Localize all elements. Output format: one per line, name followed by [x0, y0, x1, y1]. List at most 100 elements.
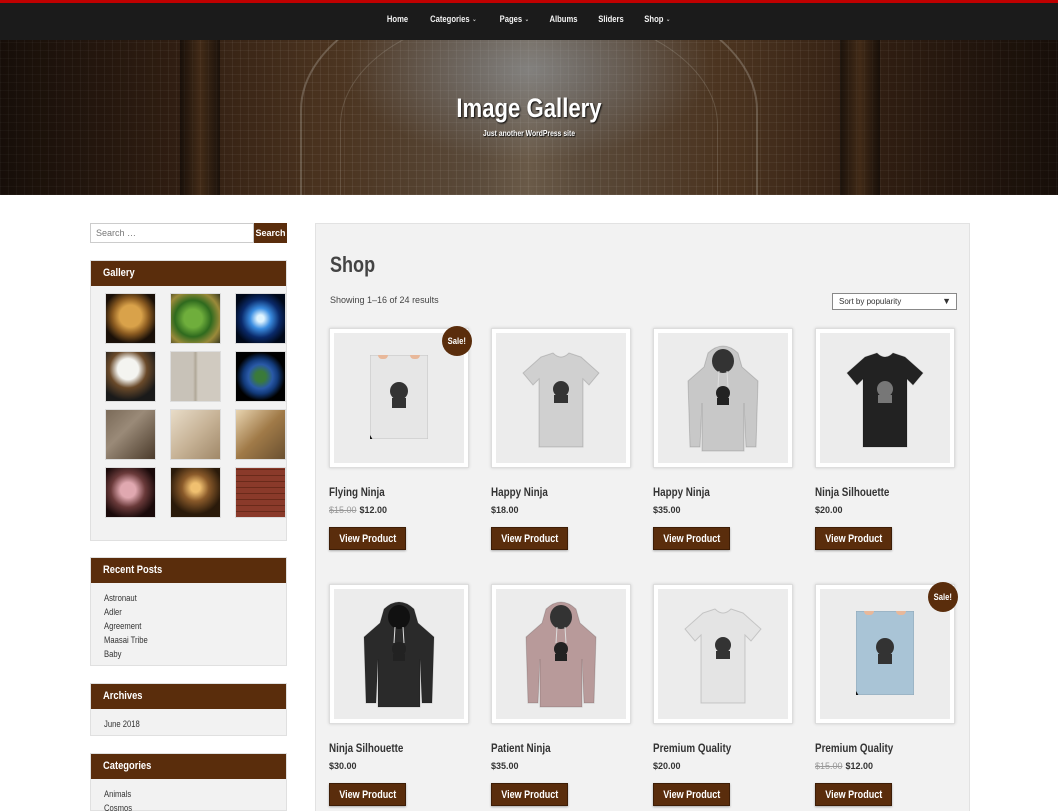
shop-content: Shop Showing 1–16 of 24 results Sort by … [315, 223, 970, 811]
view-product-button[interactable]: View Product [653, 527, 730, 550]
widget-title: Recent Posts [91, 558, 286, 583]
archives-list: June 2018 [91, 709, 286, 737]
chevron-down-icon: ⌄ [524, 16, 529, 23]
product-art [334, 333, 464, 463]
product-art [820, 589, 950, 719]
list-item[interactable]: June 2018 [104, 717, 286, 731]
gallery-thumb-hands[interactable] [105, 467, 156, 518]
gallery-thumb-girl-tiger[interactable] [170, 409, 221, 460]
current-price: $12.00 [845, 761, 874, 771]
nav-item-sliders[interactable]: Sliders [592, 14, 631, 24]
view-product-button[interactable]: View Product [491, 783, 568, 806]
product-name[interactable]: Ninja Silhouette [329, 741, 444, 755]
list-item-label: June 2018 [104, 719, 140, 729]
product-name[interactable]: Flying Ninja [329, 485, 444, 499]
product-name[interactable]: Premium Quality [815, 741, 930, 755]
product-price: $18.00 [491, 505, 631, 515]
view-product-button[interactable]: View Product [815, 783, 892, 806]
nav-item-label: Sliders [598, 14, 625, 24]
product-image[interactable] [491, 584, 631, 724]
gallery-thumb-earth[interactable] [235, 351, 286, 402]
search-input[interactable] [90, 223, 254, 243]
product-card: Ninja Silhouette $20.00 View Product [815, 328, 955, 550]
product-name[interactable]: Premium Quality [653, 741, 768, 755]
product-image[interactable] [653, 584, 793, 724]
site-description: Just another WordPress site [482, 129, 576, 138]
list-item[interactable]: Maasai Tribe [104, 633, 286, 647]
nav-item-albums[interactable]: Albums [543, 14, 585, 24]
gallery-thumb-lion[interactable] [105, 293, 156, 344]
widget-title: Gallery [91, 261, 286, 286]
nav-item-home[interactable]: Home [380, 14, 415, 24]
product-price: $15.00 $12.00 [815, 761, 955, 771]
product-price: $35.00 [653, 505, 793, 515]
current-price: $30.00 [329, 761, 357, 771]
list-item[interactable]: Astronaut [104, 591, 286, 605]
product-art [496, 333, 626, 463]
current-price: $18.00 [491, 505, 519, 515]
gallery-thumb-people[interactable] [105, 409, 156, 460]
top-nav-bar: Home Categories ⌄ Pages ⌄ Albums Sliders Shop ⌄ [0, 0, 1058, 40]
view-product-button[interactable]: View Product [329, 527, 406, 550]
product-name[interactable]: Ninja Silhouette [815, 485, 930, 499]
gallery-thumb-parrot[interactable] [170, 293, 221, 344]
recent-posts-list: Astronaut Adler Agreement Maasai Tribe Baby [91, 583, 286, 667]
product-price: $20.00 [653, 761, 793, 771]
product-name[interactable]: Happy Ninja [491, 485, 606, 499]
view-product-button[interactable]: View Product [491, 527, 568, 550]
list-item-label: Cosmos [104, 803, 133, 811]
list-item-label: Adler [104, 607, 122, 617]
hero-banner: Image Gallery Just another WordPress sit… [0, 40, 1058, 195]
gallery-thumb-planet-glow[interactable] [235, 293, 286, 344]
list-item[interactable]: Animals [104, 787, 286, 801]
product-card: Ninja Silhouette $30.00 View Product [329, 584, 469, 806]
nav-item-label: Pages [499, 14, 522, 24]
current-price: $35.00 [653, 505, 681, 515]
product-art [658, 333, 788, 463]
product-price: $15.00 $12.00 [329, 505, 469, 515]
list-item[interactable]: Adler [104, 605, 286, 619]
current-price: $20.00 [815, 505, 843, 515]
nav-item-label: Albums [549, 14, 578, 24]
product-image[interactable] [491, 328, 631, 468]
categories-list: Animals Cosmos [91, 779, 286, 811]
gallery-thumb-eagle[interactable] [105, 351, 156, 402]
product-price: $30.00 [329, 761, 469, 771]
product-image[interactable] [653, 328, 793, 468]
categories-widget: Categories Animals Cosmos [90, 753, 287, 811]
old-price: $15.00 [815, 761, 843, 771]
product-card: Premium Quality $20.00 View Product [653, 584, 793, 806]
product-name[interactable]: Happy Ninja [653, 485, 768, 499]
list-item[interactable]: Cosmos [104, 801, 286, 811]
gallery-thumb-iguana[interactable] [235, 409, 286, 460]
list-item-label: Baby [104, 649, 122, 659]
view-product-button[interactable]: View Product [815, 527, 892, 550]
gallery-thumb-wolves[interactable] [170, 351, 221, 402]
widget-title: Archives [91, 684, 286, 709]
search-button[interactable]: Search [254, 223, 287, 243]
nav-item-shop[interactable]: Shop ⌄ [638, 14, 678, 24]
nav-item-categories[interactable]: Categories ⌄ [423, 14, 483, 24]
nav-item-label: Shop [644, 14, 664, 24]
main-menu: Home Categories ⌄ Pages ⌄ Albums Sliders Shop ⌄ [0, 14, 1058, 24]
view-product-button[interactable]: View Product [329, 783, 406, 806]
gallery-thumb-sunset-walk[interactable] [170, 467, 221, 518]
product-image[interactable] [329, 584, 469, 724]
gallery-thumb-brick-wall[interactable] [235, 467, 286, 518]
nav-item-pages[interactable]: Pages ⌄ [493, 14, 536, 24]
sort-select[interactable]: Sort by popularity ▼ [832, 293, 957, 310]
current-price: $35.00 [491, 761, 519, 771]
list-item-label: Maasai Tribe [104, 635, 148, 645]
view-product-button[interactable]: View Product [653, 783, 730, 806]
current-price: $20.00 [653, 761, 681, 771]
chevron-down-icon: ⌄ [472, 16, 477, 23]
list-item[interactable]: Agreement [104, 619, 286, 633]
page-title: Shop [330, 252, 376, 277]
product-name[interactable]: Patient Ninja [491, 741, 606, 755]
list-item-label: Animals [104, 789, 132, 799]
gallery-grid [91, 286, 286, 518]
product-image[interactable] [815, 328, 955, 468]
site-title[interactable]: Image Gallery [95, 93, 963, 124]
list-item[interactable]: Baby [104, 647, 286, 661]
product-price: $35.00 [491, 761, 631, 771]
